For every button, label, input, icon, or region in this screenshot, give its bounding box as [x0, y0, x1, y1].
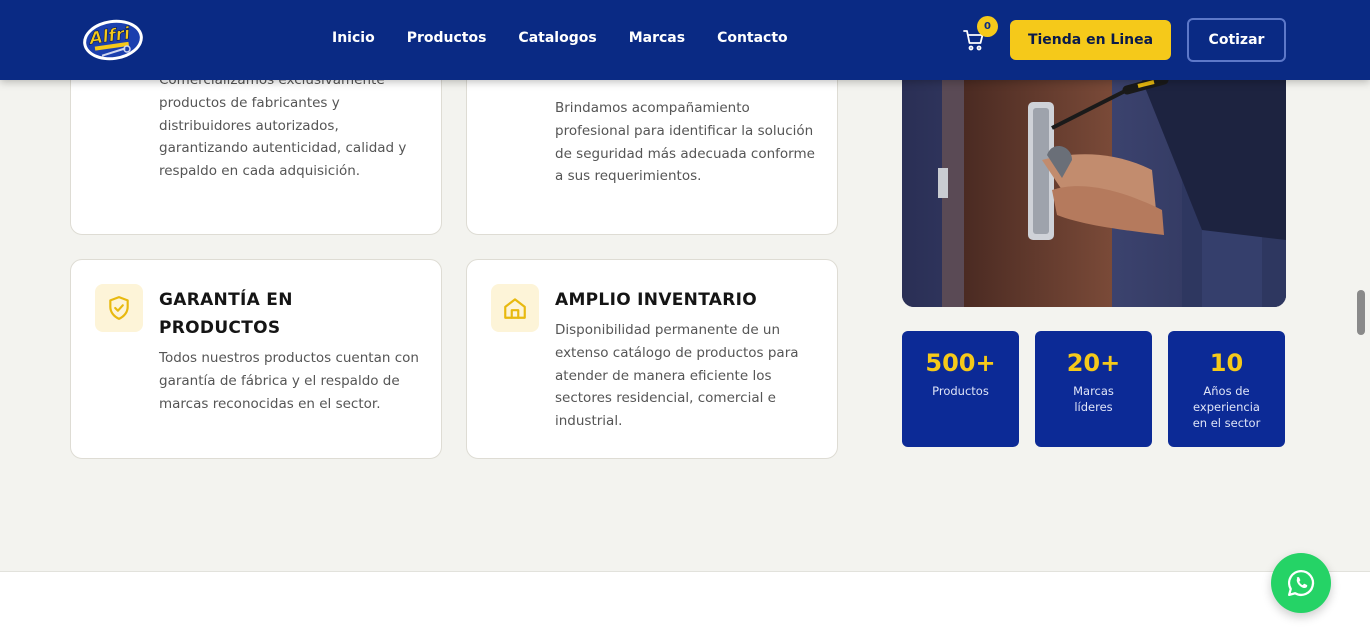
- cart-count-badge: 0: [977, 16, 998, 37]
- nav-productos[interactable]: Productos: [407, 30, 487, 46]
- stat-products: 500+ Productos: [902, 331, 1019, 447]
- home-icon: [491, 284, 539, 332]
- whatsapp-button[interactable]: [1271, 553, 1331, 613]
- stat-experience: 10 Años de experiencia en el sector: [1168, 331, 1285, 447]
- nav-marcas[interactable]: Marcas: [629, 30, 685, 46]
- stat-brands: 20+ Marcas líderes: [1035, 331, 1152, 447]
- feature-card-inventory: AMPLIO INVENTARIO Disponibilidad permane…: [466, 259, 838, 459]
- stat-label: Productos: [932, 384, 989, 398]
- tienda-en-linea-button[interactable]: Tienda en Linea: [1010, 20, 1171, 60]
- feature-card-warranty: GARANTÍA EN PRODUCTOS Todos nuestros pro…: [70, 259, 442, 459]
- stat-value: 20+: [1066, 349, 1121, 377]
- whatsapp-icon: [1288, 569, 1315, 596]
- site-header: Alfri Inicio Productos Catalogos Marcas …: [0, 0, 1370, 80]
- cotizar-button[interactable]: Cotizar: [1187, 18, 1286, 62]
- feature-card-title: GARANTÍA EN PRODUCTOS: [159, 290, 293, 338]
- main-nav: Inicio Productos Catalogos Marcas Contac…: [332, 30, 820, 46]
- next-section: [0, 571, 1370, 637]
- nav-catalogos[interactable]: Catalogos: [518, 30, 596, 46]
- stat-value: 10: [1209, 349, 1244, 377]
- feature-card-text: Todos nuestros productos cuentan con gar…: [159, 350, 419, 412]
- feature-card-text: Comercializamos exclusivamente productos…: [159, 72, 407, 180]
- stat-value: 500+: [925, 349, 996, 377]
- page-scrollbar[interactable]: [1357, 290, 1365, 335]
- locksmith-image: [902, 60, 1286, 307]
- stat-label: Años de experiencia en el sector: [1192, 384, 1261, 430]
- alfri-logo[interactable]: Alfri: [80, 16, 146, 64]
- feature-card-text: Disponibilidad permanente de un extenso …: [555, 322, 799, 430]
- feature-card-title: AMPLIO INVENTARIO: [555, 290, 758, 310]
- feature-card-text: Brindamos acompañamiento profesional par…: [555, 100, 815, 185]
- nav-inicio[interactable]: Inicio: [332, 30, 375, 46]
- shield-check-icon: [95, 284, 143, 332]
- stat-label: Marcas líderes: [1073, 384, 1114, 414]
- nav-contacto[interactable]: Contacto: [717, 30, 788, 46]
